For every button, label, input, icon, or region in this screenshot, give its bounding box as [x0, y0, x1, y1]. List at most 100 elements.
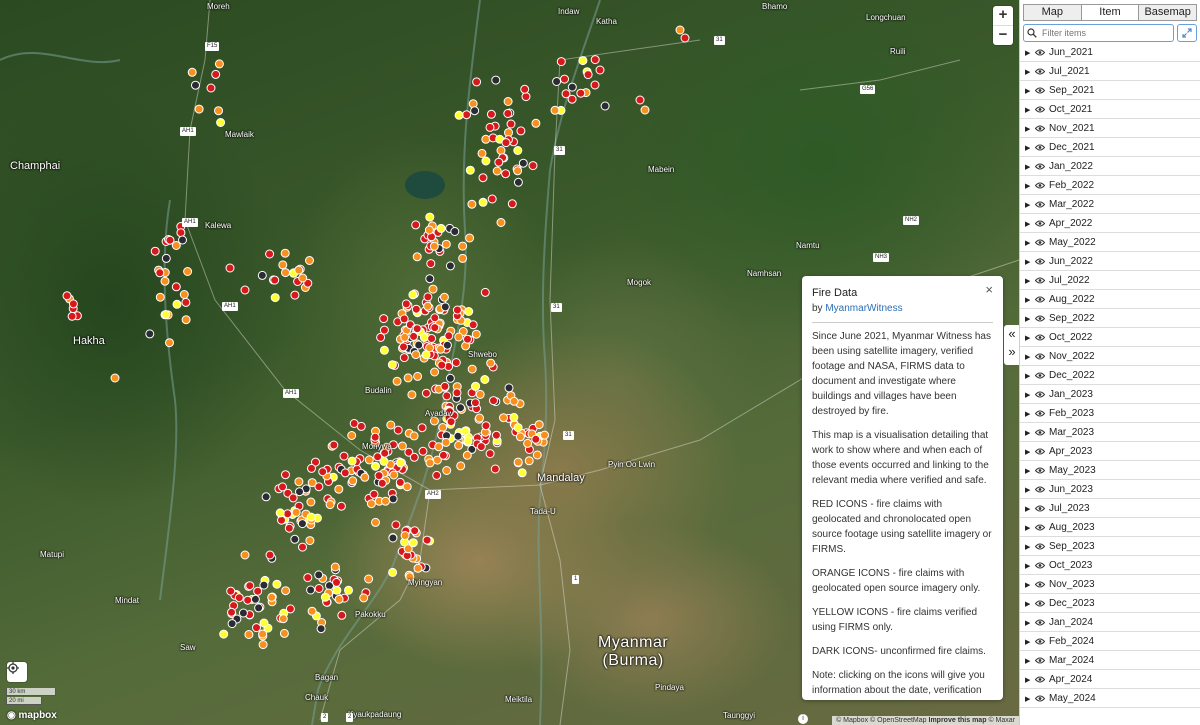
fire-point[interactable]: [171, 282, 181, 292]
fire-point[interactable]: [280, 248, 290, 258]
fire-point[interactable]: [432, 470, 442, 480]
eye-icon[interactable]: [1035, 144, 1049, 151]
layer-item[interactable]: ▶ May_2022: [1020, 234, 1200, 252]
fire-point[interactable]: [521, 92, 531, 102]
fire-point[interactable]: [400, 332, 410, 342]
fire-point[interactable]: [531, 118, 541, 128]
fire-point[interactable]: [430, 367, 440, 377]
fire-point[interactable]: [278, 614, 288, 624]
fire-point[interactable]: [456, 403, 465, 413]
fire-point[interactable]: [110, 373, 120, 383]
fire-point[interactable]: [298, 542, 307, 552]
fire-point[interactable]: [240, 285, 250, 295]
layer-item[interactable]: ▶ Oct_2022: [1020, 329, 1200, 347]
fire-point[interactable]: [306, 585, 316, 595]
fire-point[interactable]: [150, 246, 160, 256]
layer-item[interactable]: ▶ Nov_2021: [1020, 120, 1200, 138]
eye-icon[interactable]: [1035, 372, 1049, 379]
fire-point[interactable]: [506, 119, 516, 129]
fire-point[interactable]: [513, 177, 523, 187]
fire-point[interactable]: [424, 225, 434, 235]
fire-point[interactable]: [172, 299, 182, 309]
fire-point[interactable]: [496, 146, 506, 155]
fire-point[interactable]: [421, 350, 431, 360]
fire-point[interactable]: [181, 297, 191, 307]
fire-point[interactable]: [434, 442, 444, 452]
fire-point[interactable]: [528, 161, 538, 171]
layer-item[interactable]: ▶ Jun_2023: [1020, 481, 1200, 499]
fire-point[interactable]: [501, 138, 511, 148]
fire-point[interactable]: [348, 476, 358, 486]
expand-triangle-icon[interactable]: ▶: [1025, 125, 1035, 133]
fire-point[interactable]: [381, 496, 390, 506]
fire-point[interactable]: [503, 109, 513, 118]
expand-triangle-icon[interactable]: ▶: [1025, 695, 1035, 703]
fire-point[interactable]: [219, 629, 229, 639]
expand-triangle-icon[interactable]: ▶: [1025, 505, 1035, 513]
fire-point[interactable]: [520, 84, 530, 94]
eye-icon[interactable]: [1035, 505, 1049, 512]
fire-point[interactable]: [417, 423, 427, 433]
eye-icon[interactable]: [1035, 353, 1049, 360]
fire-point[interactable]: [214, 59, 224, 69]
fire-point[interactable]: [413, 563, 423, 573]
fire-point[interactable]: [481, 156, 491, 166]
layer-item[interactable]: ▶ Jul_2023: [1020, 500, 1200, 518]
fire-point[interactable]: [470, 398, 480, 408]
tab-item[interactable]: Item: [1081, 4, 1140, 21]
fire-point[interactable]: [290, 534, 300, 544]
fire-point[interactable]: [340, 468, 350, 478]
eye-icon[interactable]: [1035, 334, 1049, 341]
mapbox-logo[interactable]: ◉ mapbox: [7, 710, 57, 721]
fire-point[interactable]: [429, 241, 439, 251]
fire-point[interactable]: [513, 457, 523, 467]
fire-point[interactable]: [400, 531, 410, 540]
fire-point[interactable]: [413, 371, 423, 381]
fire-point[interactable]: [475, 389, 485, 399]
layer-item[interactable]: ▶ Dec_2023: [1020, 595, 1200, 613]
eye-icon[interactable]: [1035, 239, 1049, 246]
fire-point[interactable]: [470, 106, 480, 116]
fire-point[interactable]: [337, 610, 347, 620]
fire-point[interactable]: [576, 88, 586, 98]
fire-point[interactable]: [531, 434, 541, 444]
fire-point[interactable]: [560, 74, 569, 84]
fire-point[interactable]: [458, 253, 468, 263]
attrib-maxar[interactable]: © Maxar: [988, 717, 1015, 724]
fire-point[interactable]: [399, 342, 408, 352]
expand-right-icon[interactable]: »: [1004, 343, 1020, 361]
fire-point[interactable]: [252, 623, 261, 633]
fire-point[interactable]: [590, 55, 600, 65]
fire-point[interactable]: [550, 105, 560, 115]
layer-item[interactable]: ▶ May_2024: [1020, 690, 1200, 708]
expand-triangle-icon[interactable]: ▶: [1025, 68, 1035, 76]
fire-point[interactable]: [411, 350, 421, 360]
fire-point[interactable]: [675, 25, 685, 35]
layer-item[interactable]: ▶ Sep_2023: [1020, 538, 1200, 556]
eye-icon[interactable]: [1035, 49, 1049, 56]
fire-point[interactable]: [640, 105, 650, 115]
fire-point[interactable]: [387, 360, 397, 370]
fire-point[interactable]: [399, 353, 409, 363]
eye-icon[interactable]: [1035, 125, 1049, 132]
fire-point[interactable]: [490, 464, 500, 474]
fire-point[interactable]: [509, 412, 519, 422]
fire-point[interactable]: [492, 166, 502, 176]
fire-point[interactable]: [481, 421, 491, 431]
fire-point[interactable]: [458, 241, 468, 251]
eye-icon[interactable]: [1035, 429, 1049, 436]
fire-point[interactable]: [227, 607, 236, 617]
fire-point[interactable]: [245, 581, 255, 591]
fire-point[interactable]: [194, 104, 204, 114]
expand-triangle-icon[interactable]: ▶: [1025, 220, 1035, 228]
layer-item[interactable]: ▶ Oct_2021: [1020, 101, 1200, 119]
collapse-left-icon[interactable]: «: [1004, 325, 1020, 343]
fire-point[interactable]: [567, 82, 577, 92]
fire-point[interactable]: [412, 324, 422, 334]
fire-point[interactable]: [437, 360, 447, 370]
expand-triangle-icon[interactable]: ▶: [1025, 676, 1035, 684]
expand-triangle-icon[interactable]: ▶: [1025, 87, 1035, 95]
layer-item[interactable]: ▶ Sep_2022: [1020, 310, 1200, 328]
fire-point[interactable]: [439, 292, 449, 302]
layer-item[interactable]: ▶ Oct_2023: [1020, 557, 1200, 575]
